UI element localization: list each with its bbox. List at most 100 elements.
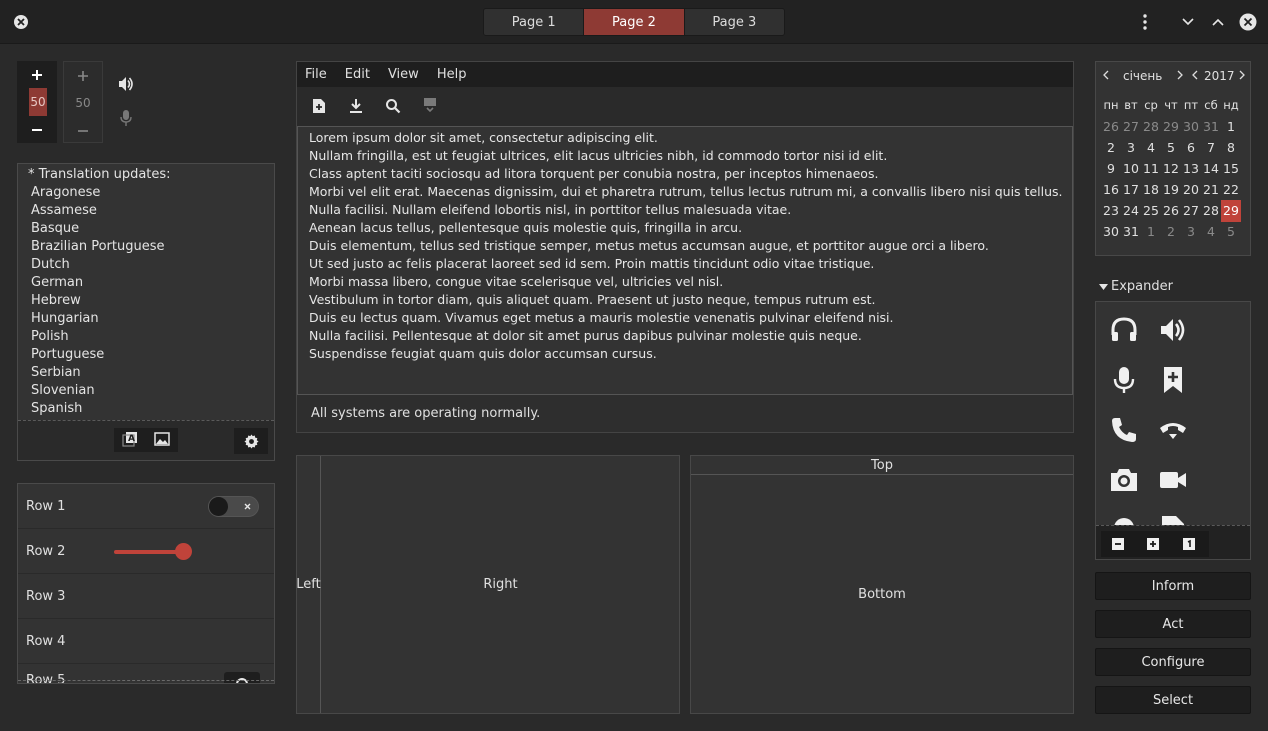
search-icon[interactable] <box>385 98 401 114</box>
year-prev-chevron-left-icon[interactable] <box>1191 70 1199 80</box>
list-item[interactable]: Aragonese <box>18 184 274 202</box>
toggle-switch[interactable] <box>208 496 259 517</box>
speaker-icon[interactable] <box>1158 315 1188 345</box>
calendar-day[interactable]: 31 <box>1201 116 1221 138</box>
calendar-day[interactable]: 17 <box>1121 179 1141 201</box>
calendar-day[interactable]: 2 <box>1161 221 1181 243</box>
list-item[interactable]: Brazilian Portuguese <box>18 238 274 256</box>
calendar-day[interactable]: 24 <box>1121 200 1141 222</box>
calendar-day[interactable]: 13 <box>1181 158 1201 180</box>
calendar-day[interactable]: 16 <box>1101 179 1121 201</box>
calendar-day[interactable]: 26 <box>1161 200 1181 222</box>
calendar-day[interactable]: 22 <box>1221 179 1241 201</box>
window-close-icon[interactable] <box>1238 12 1258 32</box>
list-item[interactable]: Slovenian <box>18 382 274 400</box>
month-next-chevron-right-icon[interactable] <box>1176 70 1184 80</box>
decrement-minus-icon[interactable] <box>17 116 57 143</box>
calendar-day[interactable]: 30 <box>1181 116 1201 138</box>
calendar-day[interactable]: 5 <box>1161 137 1181 159</box>
calendar-day[interactable]: 27 <box>1181 200 1201 222</box>
close-icon[interactable] <box>12 13 30 31</box>
tab-page-2[interactable]: Page 2 <box>584 9 685 35</box>
slider-track[interactable] <box>114 550 184 554</box>
calendar-day[interactable]: 30 <box>1101 221 1121 243</box>
calendar-day[interactable]: 4 <box>1201 221 1221 243</box>
menu-kebab-icon[interactable] <box>1136 12 1154 32</box>
list-item[interactable]: German <box>18 274 274 292</box>
calendar-day[interactable]: 28 <box>1201 200 1221 222</box>
tab-page-3[interactable]: Page 3 <box>684 9 784 35</box>
calendar-day[interactable]: 5 <box>1221 221 1241 243</box>
slider-handle[interactable] <box>175 543 192 560</box>
menu-edit[interactable]: Edit <box>336 62 379 87</box>
calendar-day[interactable]: 19 <box>1161 179 1181 201</box>
list-item[interactable]: Assamese <box>18 202 274 220</box>
configure-button[interactable]: Configure <box>1095 648 1251 676</box>
microphone-icon[interactable] <box>1109 365 1139 395</box>
calendar-day[interactable]: 10 <box>1121 158 1141 180</box>
year-next-chevron-right-icon[interactable] <box>1238 70 1246 80</box>
calendar-day[interactable]: 6 <box>1181 137 1201 159</box>
calendar-day[interactable]: 12 <box>1161 158 1181 180</box>
video-camera-icon[interactable] <box>1158 465 1188 495</box>
calendar-day[interactable]: 3 <box>1121 137 1141 159</box>
calendar-day[interactable]: 11 <box>1141 158 1161 180</box>
zoom-out-minus-icon[interactable] <box>1112 538 1124 550</box>
increment-plus-icon[interactable] <box>17 61 57 88</box>
zoom-in-plus-icon[interactable] <box>1147 538 1159 550</box>
month-prev-chevron-left-icon[interactable] <box>1102 70 1110 80</box>
list-item[interactable]: Basque <box>18 220 274 238</box>
list-item[interactable]: Hebrew <box>18 292 274 310</box>
menu-file[interactable]: File <box>297 62 336 87</box>
calendar-day[interactable]: 15 <box>1221 158 1241 180</box>
headphones-icon[interactable] <box>1109 315 1139 345</box>
calendar-day[interactable]: 1 <box>1221 116 1241 138</box>
text-view[interactable]: Lorem ipsum dolor sit amet, consectetur … <box>297 126 1073 395</box>
calendar-day[interactable]: 8 <box>1221 137 1241 159</box>
calendar-day[interactable]: 1 <box>1141 221 1161 243</box>
calendar-day[interactable]: 25 <box>1141 200 1161 222</box>
phone-icon[interactable] <box>1109 415 1139 445</box>
select-button[interactable]: Select <box>1095 686 1251 714</box>
minimize-chevron-down-icon[interactable] <box>1179 13 1197 31</box>
list-item[interactable]: Dutch <box>18 256 274 274</box>
camera-icon[interactable] <box>1109 465 1139 495</box>
image-icon[interactable] <box>154 432 170 446</box>
row-button[interactable] <box>224 672 260 683</box>
expander[interactable]: Expander <box>1099 279 1173 295</box>
menu-help[interactable]: Help <box>428 62 476 87</box>
calendar-day[interactable]: 4 <box>1141 137 1161 159</box>
calendar-day[interactable]: 18 <box>1141 179 1161 201</box>
calendar-day[interactable]: 7 <box>1201 137 1221 159</box>
text-view-icon[interactable]: A <box>122 431 138 447</box>
zoom-original-icon[interactable] <box>1183 538 1195 550</box>
list-item[interactable]: Polish <box>18 328 274 346</box>
calendar-day[interactable]: 31 <box>1121 221 1141 243</box>
download-icon[interactable] <box>348 98 364 114</box>
gear-icon[interactable] <box>234 428 268 454</box>
calendar-day[interactable]: 21 <box>1201 179 1221 201</box>
calendar-day[interactable]: 26 <box>1101 116 1121 138</box>
calendar-day[interactable]: 14 <box>1201 158 1221 180</box>
calendar-day[interactable]: 9 <box>1101 158 1121 180</box>
act-button[interactable]: Act <box>1095 610 1251 638</box>
hangup-icon[interactable] <box>1158 415 1188 445</box>
spin-value[interactable]: 50 <box>29 88 47 116</box>
calendar-day[interactable]: 3 <box>1181 221 1201 243</box>
list-row[interactable]: Row 5 <box>18 664 274 683</box>
calendar-day[interactable]: 28 <box>1141 116 1161 138</box>
menu-view[interactable]: View <box>379 62 428 87</box>
maximize-chevron-up-icon[interactable] <box>1209 13 1227 31</box>
new-document-icon[interactable] <box>312 98 326 114</box>
calendar-day[interactable]: 29 <box>1161 116 1181 138</box>
list-row[interactable]: Row 3 <box>18 574 274 619</box>
list-item[interactable]: Serbian <box>18 364 274 382</box>
list-item[interactable]: Hungarian <box>18 310 274 328</box>
volume-speaker-icon[interactable] <box>117 75 135 93</box>
calendar-day[interactable]: 29 <box>1221 200 1241 222</box>
calendar-day[interactable]: 23 <box>1101 200 1121 222</box>
calendar-day[interactable]: 20 <box>1181 179 1201 201</box>
inform-button[interactable]: Inform <box>1095 572 1251 600</box>
bookmark-add-icon[interactable] <box>1158 365 1188 395</box>
calendar-day[interactable]: 27 <box>1121 116 1141 138</box>
